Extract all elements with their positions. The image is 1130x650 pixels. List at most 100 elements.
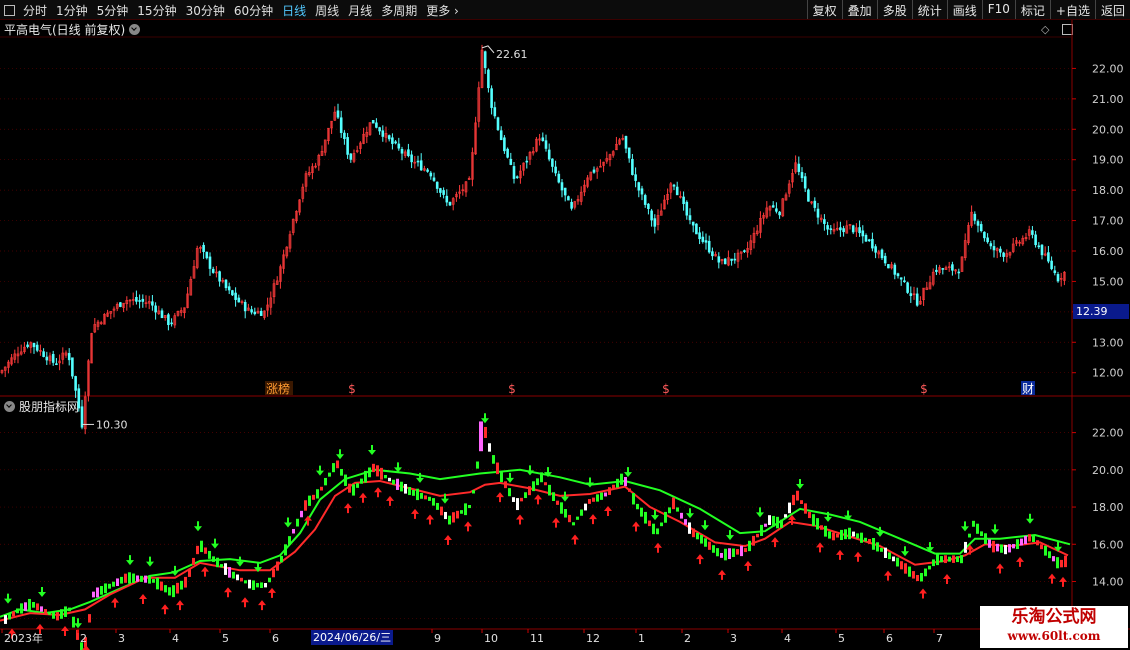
- indicator-bar: [564, 509, 567, 518]
- watermark-logo: 乐淘公式网 www.60lt.com: [980, 606, 1128, 648]
- indicator-bar: [256, 583, 259, 588]
- candle-body: [141, 298, 145, 302]
- event-marker: 涨榜: [266, 381, 290, 396]
- indicator-bar: [188, 568, 191, 577]
- indicator-bar: [1064, 555, 1067, 568]
- y-tick-label: 19.00: [1092, 154, 1124, 167]
- indicator-bar: [36, 603, 39, 611]
- indicator-bar: [588, 499, 591, 504]
- indicator-bar: [356, 483, 359, 488]
- candle-body: [371, 119, 375, 124]
- candle-body: [343, 132, 346, 140]
- indicator-bar: [192, 557, 195, 565]
- up-arrow-icon: [82, 645, 90, 650]
- candle-body: [887, 264, 890, 269]
- up-arrow-icon: [241, 597, 249, 608]
- candle-body: [976, 221, 980, 226]
- candle-body: [816, 208, 820, 218]
- candle-body: [871, 238, 874, 249]
- up-arrow-icon: [1016, 556, 1024, 567]
- watermark-url: www.60lt.com: [1007, 629, 1101, 643]
- indicator-bar: [252, 580, 255, 590]
- indicator-bar: [536, 478, 539, 486]
- indicator-bar: [1060, 559, 1063, 568]
- candle-body: [685, 201, 689, 216]
- indicator-bar: [548, 484, 551, 496]
- indicator-bar: [436, 502, 439, 510]
- candle-body: [896, 273, 900, 277]
- candle-body: [442, 190, 445, 195]
- indicator-bar: [104, 583, 107, 594]
- indicator-bar: [556, 500, 559, 505]
- up-arrow-icon: [386, 495, 394, 506]
- indicator-bar: [212, 556, 215, 562]
- indicator-bar: [396, 478, 399, 490]
- indicator-bar: [460, 510, 463, 514]
- indicator-bar: [472, 490, 475, 494]
- candle-body: [906, 282, 909, 293]
- candle-body: [429, 172, 433, 177]
- indicator-bar: [184, 576, 187, 588]
- candle-body: [45, 356, 49, 361]
- x-tick-label: 7: [936, 632, 943, 645]
- y-tick-label: 20.00: [1092, 123, 1124, 136]
- indicator-bar: [136, 575, 139, 582]
- y-tick-label: 18.00: [1092, 501, 1124, 514]
- indicator-bar: [8, 613, 11, 620]
- indicator-bar: [920, 572, 923, 582]
- candle-body: [695, 223, 698, 235]
- indicator-bar: [684, 519, 687, 525]
- indicator-bar: [844, 529, 847, 540]
- indicator-bar: [168, 587, 171, 596]
- candle-body: [874, 246, 877, 253]
- down-arrow-icon: [1026, 513, 1034, 524]
- indicator-bar: [644, 511, 647, 524]
- indicator-bar: [532, 481, 535, 492]
- indicator-bar: [956, 556, 959, 563]
- indicator-bar: [1012, 544, 1015, 549]
- indicator-bar: [672, 497, 675, 510]
- up-arrow-icon: [854, 551, 862, 562]
- red-trend-line: [0, 479, 1069, 622]
- indicator-bar: [32, 602, 35, 608]
- candle-body: [1050, 260, 1053, 270]
- high-price-label: 22.61: [496, 48, 528, 61]
- candle-body: [951, 264, 954, 271]
- down-arrow-icon: [194, 521, 202, 532]
- up-arrow-icon: [224, 587, 232, 598]
- x-tick-label: 2023年: [4, 631, 43, 645]
- indicator-bar: [240, 577, 243, 582]
- x-tick-label: 3: [118, 632, 125, 645]
- candle-body: [839, 227, 842, 231]
- up-arrow-icon: [464, 521, 472, 532]
- candle-body: [32, 342, 36, 348]
- candle-body: [989, 243, 993, 247]
- candle-body: [647, 203, 650, 209]
- indicator-bar: [336, 460, 339, 469]
- up-arrow-icon: [943, 574, 951, 585]
- indicator-bar: [1008, 544, 1011, 553]
- down-arrow-icon: [316, 465, 324, 476]
- candle-body: [935, 269, 938, 272]
- y-tick-label: 22.00: [1092, 427, 1124, 440]
- up-arrow-icon: [632, 521, 640, 532]
- candle-body: [999, 248, 1002, 253]
- indicator-bar: [704, 538, 707, 547]
- candle-body: [973, 213, 977, 221]
- indicator-bar: [228, 567, 231, 578]
- indicator-bar: [464, 503, 467, 516]
- indicator-bar: [632, 493, 635, 505]
- indicator-bar: [828, 531, 831, 539]
- candle-body: [391, 137, 394, 144]
- kline-chart[interactable]: 22.00 21.00 20.00 19.00 18.00 17.00 16.00 15.00…: [0, 0, 1130, 650]
- candle-body: [631, 158, 634, 175]
- candle-body: [512, 166, 516, 179]
- indicator-bar: [596, 494, 599, 502]
- candle-body: [349, 153, 353, 160]
- indicator-bar: [120, 576, 123, 584]
- candle-body: [234, 292, 237, 300]
- candle-body: [253, 311, 257, 315]
- candle-body: [627, 147, 631, 159]
- candle-body: [688, 215, 692, 221]
- candle-body: [525, 160, 529, 163]
